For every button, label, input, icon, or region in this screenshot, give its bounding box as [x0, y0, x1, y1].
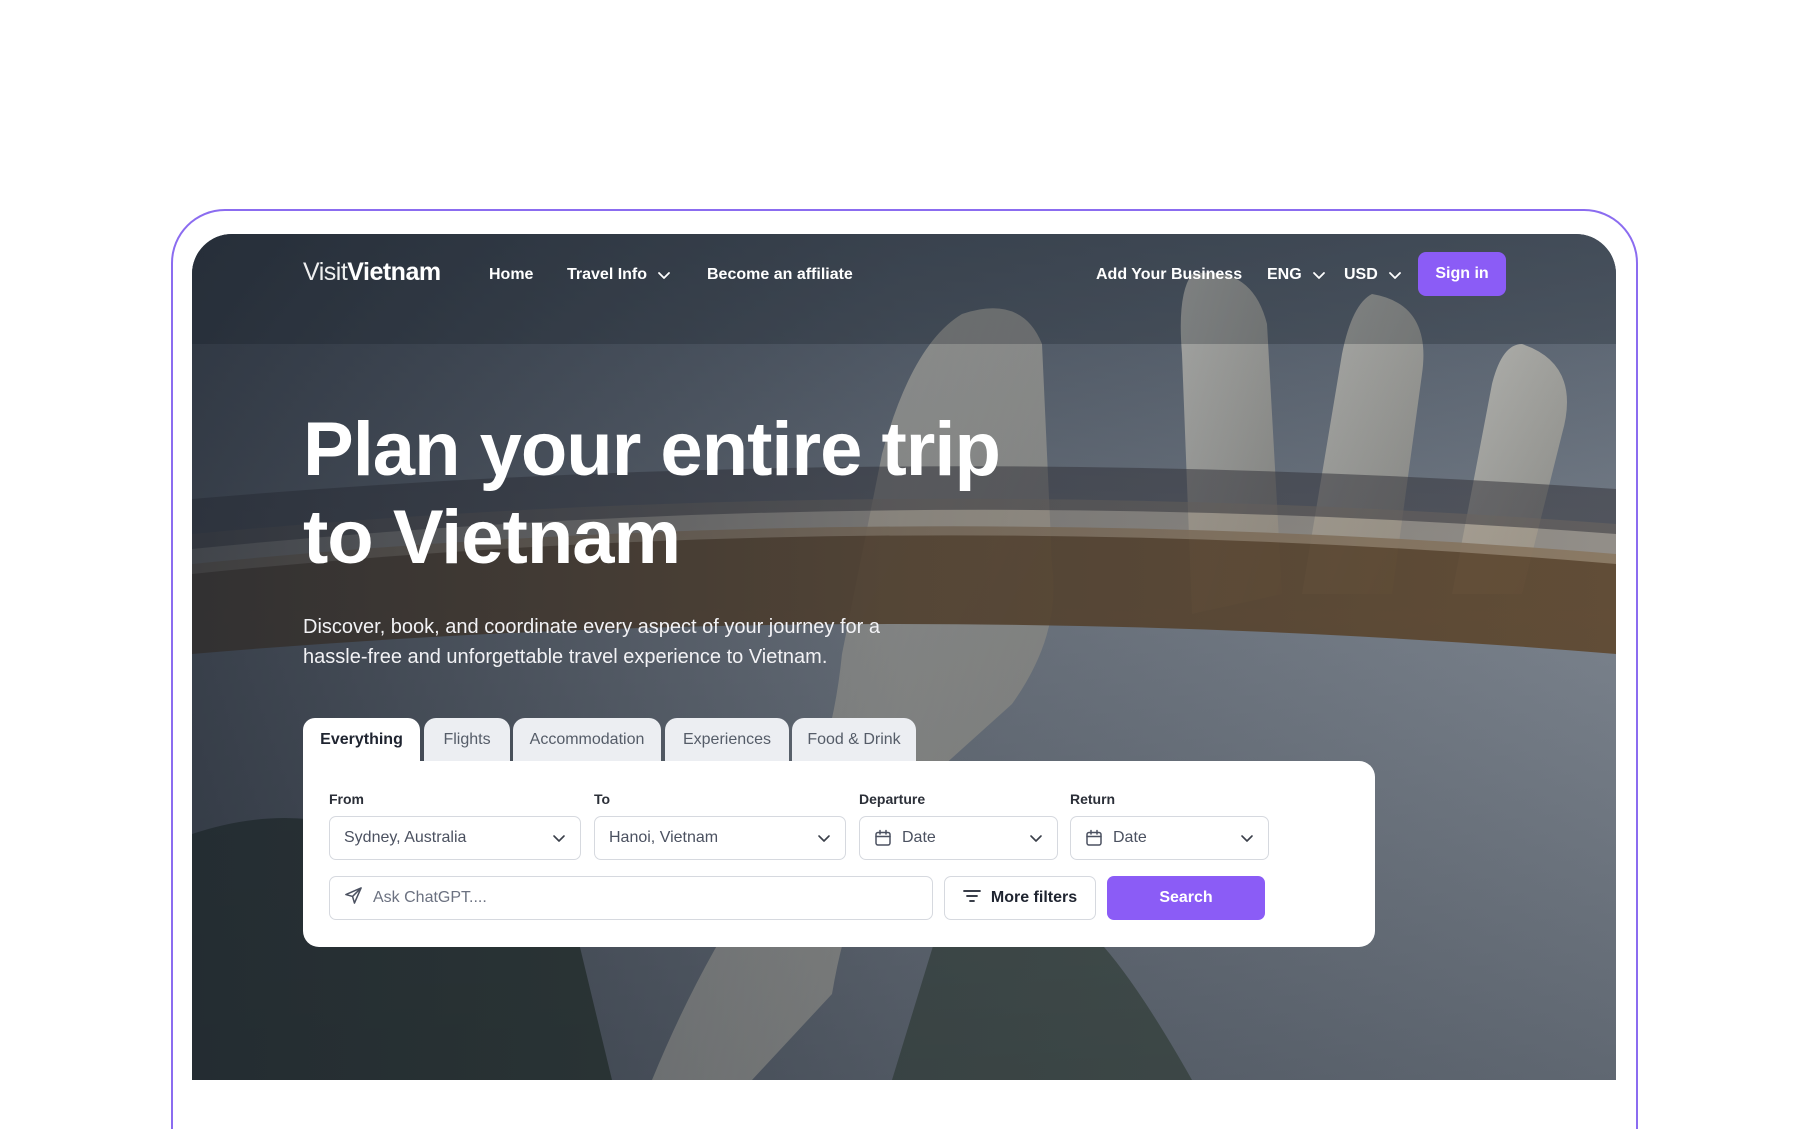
return-date-select[interactable]: Date: [1070, 816, 1269, 860]
currency-dropdown[interactable]: USD: [1344, 266, 1402, 284]
to-label: To: [594, 791, 611, 807]
chevron-down-icon: [553, 835, 565, 842]
hero-subtitle-line-2: hassle-free and unforgettable travel exp…: [303, 646, 828, 668]
hero-subtitle-line-1: Discover, book, and coordinate every asp…: [303, 616, 880, 638]
nav-home-label: Home: [489, 266, 534, 283]
departure-label: Departure: [859, 791, 926, 807]
from-label: From: [329, 791, 364, 807]
site-logo[interactable]: VisitVietnam: [303, 258, 441, 287]
to-select[interactable]: Hanoi, Vietnam: [594, 816, 846, 860]
chevron-down-icon: [1241, 835, 1253, 842]
nav-home-link[interactable]: Home: [489, 266, 533, 284]
nav-add-business-label: Add Your Business: [1096, 266, 1243, 283]
calendar-icon: [874, 829, 892, 847]
hero-subtitle: Discover, book, and coordinate every asp…: [303, 612, 983, 672]
language-dropdown[interactable]: ENG: [1267, 266, 1326, 284]
tab-accommodation[interactable]: Accommodation: [513, 718, 661, 762]
currency-label: USD: [1344, 266, 1378, 283]
departure-date-select[interactable]: Date: [859, 816, 1058, 860]
website-screen: VisitVietnam Home Travel Info Become an …: [192, 234, 1616, 1080]
from-value: Sydney, Australia: [344, 829, 467, 846]
more-filters-label: More filters: [990, 889, 1078, 906]
return-label: Return: [1070, 791, 1116, 807]
search-button[interactable]: Search: [1107, 876, 1265, 920]
tab-experiences[interactable]: Experiences: [665, 718, 789, 762]
nav-add-business-link[interactable]: Add Your Business: [1096, 266, 1242, 284]
logo-text-visit: Visit: [303, 258, 348, 286]
hero-title-line-1: Plan your entire trip: [303, 407, 1001, 492]
tab-food-drink[interactable]: Food & Drink: [792, 718, 916, 762]
return-value: Date: [1113, 829, 1147, 846]
from-select[interactable]: Sydney, Australia: [329, 816, 581, 860]
more-filters-button[interactable]: More filters: [944, 876, 1096, 920]
sign-in-button[interactable]: Sign in: [1418, 252, 1506, 296]
ask-chatgpt-input[interactable]: [373, 889, 918, 907]
chevron-down-icon: [658, 272, 670, 279]
send-icon: [344, 886, 363, 910]
logo-text-vietnam: Vietnam: [347, 258, 441, 286]
chevron-down-icon: [1030, 835, 1042, 842]
language-label: ENG: [1267, 266, 1302, 283]
calendar-icon: [1085, 829, 1103, 847]
chevron-down-icon: [818, 835, 830, 842]
to-value: Hanoi, Vietnam: [609, 829, 719, 846]
tab-flights[interactable]: Flights: [424, 718, 510, 762]
hero-title-line-2: to Vietnam: [303, 495, 681, 580]
nav-affiliate-link[interactable]: Become an affiliate: [707, 266, 853, 284]
chevron-down-icon: [1312, 272, 1325, 279]
ask-chatgpt-field[interactable]: [329, 876, 933, 920]
tab-everything[interactable]: Everything: [303, 718, 420, 762]
top-navigation: VisitVietnam Home Travel Info Become an …: [192, 234, 1616, 314]
nav-travel-info-label: Travel Info: [567, 266, 648, 283]
hero-title: Plan your entire trip to Vietnam: [303, 406, 1063, 582]
search-panel: From Sydney, Australia To Hanoi, Vietnam…: [303, 761, 1375, 947]
chevron-down-icon: [1388, 272, 1401, 279]
departure-value: Date: [902, 829, 936, 846]
nav-travel-info-dropdown[interactable]: Travel Info: [567, 266, 671, 284]
filter-icon: [962, 889, 981, 908]
nav-affiliate-label: Become an affiliate: [707, 266, 853, 283]
